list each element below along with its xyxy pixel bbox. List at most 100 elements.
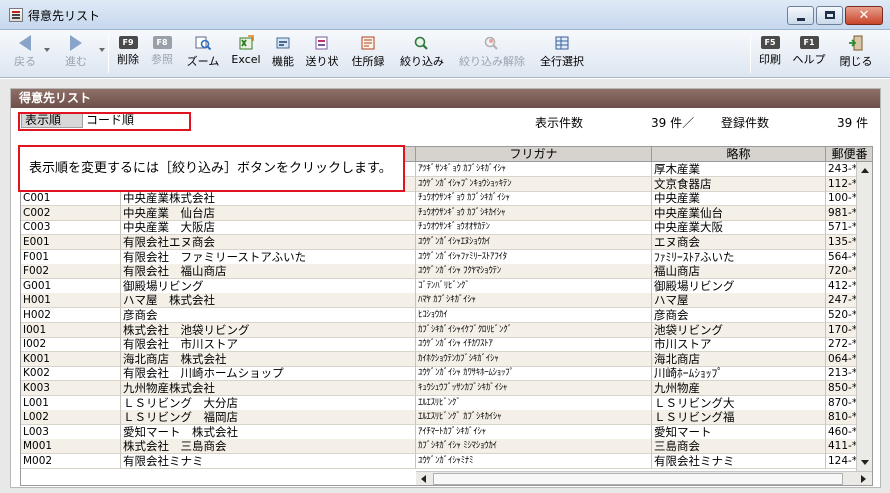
table-row[interactable]: H002彦商会ﾋｺｼｮｳｶｲ彦商会520-*** (21, 308, 857, 323)
cell-code: E001 (21, 235, 121, 250)
select-all-button[interactable]: 全行選択 (535, 32, 589, 76)
close-icon: ✕ (858, 8, 870, 23)
table-row[interactable]: F002 有限会社 福山商店 ﾕｳｹﾞﾝｶﾞｲｼｬ ﾌｸﾔﾏｼｮｳﾃﾝ 福山商店 720… (21, 264, 857, 280)
cell-code: C001 (21, 191, 121, 207)
content-area: 得意先リスト 表示順 コード順 表示件数 39 件／ 登録件数 39 件 表示順… (0, 79, 890, 493)
delete-button[interactable]: F9 削除 (114, 32, 142, 76)
cell-short-name: 福山商店 (652, 264, 826, 280)
f1-key-icon: F1 (799, 36, 819, 49)
table-row[interactable]: M001 株式会社 三島商会 ｶﾌﾞｼｷｶﾞｲｼｬ ﾐｼﾏｼｮｳｶｲ 三島商会 411-… (21, 439, 857, 455)
customer-grid: フリガナ 略称 郵便番 ｱﾂｷﾞｻﾝｷﾞｮｳ ｶﾌﾞｼｷｶﾞｲｼｬ 厚木産業 243… (20, 146, 873, 486)
horizontal-scroll-thumb[interactable] (433, 473, 843, 485)
vertical-scrollbar[interactable] (856, 162, 872, 471)
column-header-short-name[interactable]: 略称 (652, 147, 826, 162)
scroll-left-icon[interactable] (421, 475, 426, 483)
column-header-kana[interactable]: フリガナ (416, 147, 652, 162)
table-row[interactable]: L002 ＬＳリビング 福岡店 ｴﾙｴｽﾘﾋﾞﾝｸﾞ ｶﾌﾞｼｷｶｲｼｬ ＬＳリビング… (21, 410, 857, 426)
cell-short-name: ハマ屋 (652, 293, 826, 309)
filter-clear-button[interactable]: 絞り込み解除 (453, 32, 531, 76)
cell-zip: 124-*** (826, 454, 857, 469)
scroll-up-icon[interactable] (861, 168, 869, 173)
scroll-right-icon[interactable] (861, 475, 866, 483)
cell-name: 株式会社 池袋リビング (121, 322, 416, 338)
reference-button[interactable]: F8 参照 (147, 32, 177, 76)
table-row[interactable]: C002 中央産業 仙台店 ﾁｭｳｵｳｻﾝｷﾞｮｳ ｶﾌﾞｼｷｶｲｼｬ 中央産業仙台 9… (21, 205, 857, 221)
table-row[interactable]: L003 愛知マート 株式会社 ｱｲﾁﾏｰﾄｶﾌﾞｼｷｶﾞｲｼｬ 愛知マート 460-*… (21, 424, 857, 440)
column-header-zip[interactable]: 郵便番 (826, 147, 872, 162)
address-book-button[interactable]: 住所録 (347, 32, 389, 76)
cell-name: 有限会社 ファミリーストアふいた (121, 249, 416, 265)
cell-code: L001 (21, 395, 121, 411)
maximize-button[interactable] (816, 6, 843, 25)
cell-kana: ﾕｳｹﾞﾝｶﾞｲｼｬﾐﾅﾐ (416, 454, 652, 469)
horizontal-scrollbar[interactable] (416, 471, 872, 485)
cell-kana: ﾕｳｹﾞﾝｶﾞｲｼｬ ﾌｸﾔﾏｼｮｳﾃﾝ (416, 264, 652, 280)
filter-button[interactable]: 絞り込み (396, 32, 448, 76)
cell-code: H002 (21, 308, 121, 323)
cell-kana: ｶﾌﾞｼｷｶﾞｲｼｬ ﾐｼﾏｼｮｳｶｲ (416, 439, 652, 455)
cell-zip: 272-*** (826, 337, 857, 353)
title-bar: 得意先リスト ✕ (0, 0, 890, 30)
send-letter-button[interactable]: 送り状 (303, 32, 341, 76)
cell-name: 彦商会 (121, 308, 416, 323)
cell-code: K001 (21, 351, 121, 367)
table-row[interactable]: M002有限会社ミナミﾕｳｹﾞﾝｶﾞｲｼｬﾐﾅﾐ有限会社ミナミ124-*** (21, 454, 857, 469)
sort-hint-callout: 表示順を変更するには［絞り込み］ボタンをクリックします。 (18, 145, 405, 192)
table-row[interactable]: K003 九州物産株式会社 ｷｭｳｼｭｳﾌﾞｯｻﾝｶﾌﾞｼｷｶﾞｲｼｬ 九州物産 850… (21, 381, 857, 396)
print-button[interactable]: F5 印刷 (756, 32, 784, 76)
table-row[interactable]: K001 海北商店 株式会社 ｶｲﾎｸｼｮｳﾃﾝｶﾌﾞｼｷｶﾞｲｼｬ 海北商店 064-… (21, 351, 857, 367)
table-row[interactable]: I001 株式会社 池袋リビング ｶﾌﾞｼｷｶﾞｲｼｬｲｹﾌﾞｸﾛﾘﾋﾞﾝｸﾞ 池袋リ… (21, 322, 857, 338)
table-row[interactable]: C001 中央産業株式会社 ﾁｭｳｵｳｻﾝｷﾞｮｳ ｶﾌﾞｼｷｶﾞｲｼｬ 中央産業 10… (21, 191, 857, 207)
table-row[interactable]: G001御殿場リビングｺﾞﾃﾝﾊﾞﾘﾋﾞﾝｸﾞ御殿場リビング412-*** (21, 278, 857, 294)
zoom-icon (195, 36, 212, 51)
sort-order-highlight (18, 112, 191, 131)
cell-code: I002 (21, 337, 121, 353)
cell-zip: 247-*** (826, 293, 857, 309)
table-row[interactable]: F001 有限会社 ファミリーストアふいた ﾕｳｹﾞﾝｶﾞｲｼｬﾌｧﾐﾘｰｽﾄｱﾌｲ… (21, 249, 857, 265)
filter-search-icon (414, 36, 428, 50)
cell-name: ＬＳリビング 福岡店 (121, 410, 416, 426)
functions-button[interactable]: 機能 (268, 32, 298, 76)
cell-kana: ｴﾙｴｽﾘﾋﾞﾝｸﾞ (416, 395, 652, 411)
close-window-button[interactable]: ✕ (845, 6, 883, 25)
close-button[interactable]: 閉じる (834, 32, 878, 76)
display-count-label: 表示件数 (535, 116, 584, 130)
table-row[interactable]: C003 中央産業 大阪店 ﾁｭｳｵｳｻﾝｷﾞｮｳｵｵｻｶﾃﾝ 中央産業大阪 571-*… (21, 220, 857, 236)
cell-name: 御殿場リビング (121, 278, 416, 294)
zoom-button[interactable]: ズーム (182, 32, 224, 76)
excel-button[interactable]: Excel (229, 32, 263, 76)
back-dropdown-icon[interactable] (44, 48, 50, 52)
cell-name: 九州物産株式会社 (121, 381, 416, 396)
cell-name: 中央産業 大阪店 (121, 220, 416, 236)
table-row[interactable]: K002 有限会社 川崎ホームショップ ﾕｳｹﾞﾝｶﾞｲｼｬ ｶﾜｻｷﾎｰﾑｼｮｯﾌ… (21, 366, 857, 382)
cell-zip: 135-*** (826, 235, 857, 250)
cell-code: F002 (21, 264, 121, 280)
minimize-button[interactable] (787, 6, 814, 25)
back-button[interactable]: 戻る (8, 32, 42, 76)
cell-code: K002 (21, 366, 121, 382)
cell-kana: ﾁｭｳｵｳｻﾝｷﾞｮｳｵｵｻｶﾃﾝ (416, 220, 652, 236)
functions-icon (276, 37, 290, 49)
cell-zip: 520-*** (826, 308, 857, 323)
cell-zip: 850-*** (826, 381, 857, 396)
table-row[interactable]: E001有限会社エヌ商会ﾕｳｹﾞﾝｶﾞｲｼｬｴﾇｼｮｳｶｲエヌ商会135-*** (21, 235, 857, 250)
cell-short-name: エヌ商会 (652, 235, 826, 250)
forward-dropdown-icon[interactable] (99, 48, 105, 52)
customer-list-panel: 得意先リスト 表示順 コード順 表示件数 39 件／ 登録件数 39 件 表示順… (10, 88, 881, 488)
cell-short-name: 愛知マート (652, 424, 826, 440)
toolbar-divider (750, 35, 751, 73)
send-letter-icon (315, 36, 328, 50)
table-row[interactable]: H001ハマ屋 株式会社ﾊﾏﾔ ｶﾌﾞｼｷｶﾞｲｼｬハマ屋247-*** (21, 293, 857, 309)
cell-kana: ｱﾂｷﾞｻﾝｷﾞｮｳ ｶﾌﾞｼｷｶﾞｲｼｬ (416, 162, 652, 177)
cell-short-name: ＬＳリビング福 (652, 410, 826, 426)
table-row[interactable]: L001ＬＳリビング 大分店ｴﾙｴｽﾘﾋﾞﾝｸﾞＬＳリビング大870-*** (21, 395, 857, 411)
help-button[interactable]: F1 ヘルプ (789, 32, 829, 76)
cell-short-name: 川崎ﾎｰﾑｼｮｯﾌﾟ (652, 366, 826, 382)
display-count-value: 39 件／ (651, 116, 695, 130)
cell-code: F001 (21, 249, 121, 265)
scroll-down-icon[interactable] (861, 460, 869, 465)
forward-button[interactable]: 進む (56, 32, 96, 76)
cell-short-name: ﾌｧﾐﾘｰｽﾄｱふいた (652, 249, 826, 265)
table-row[interactable]: I002 有限会社 市川ストア ﾕｳｹﾞﾝｶﾞｲｼｬ ｲﾁｶﾜｽﾄｱ 市川ストア 272… (21, 337, 857, 353)
toolbar: 戻る 進む F9 削除 F8 参照 ズーム Excel 機能 送り状 住所録 絞… (0, 30, 890, 78)
